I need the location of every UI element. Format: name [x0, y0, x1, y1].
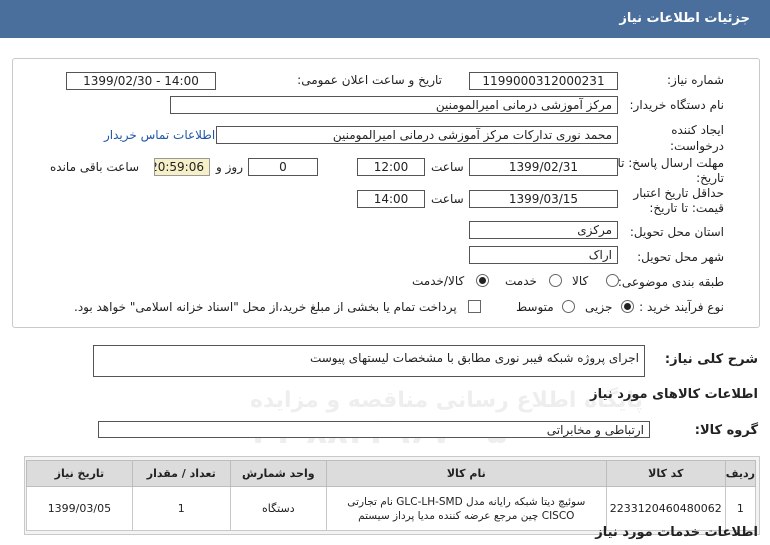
category-option-goods: کالا — [572, 274, 589, 288]
watermark-line1: پایگاه اطلاع رسانی مناقصه و مزایده — [250, 388, 643, 413]
deadline-date-field: 1399/02/31 — [469, 158, 618, 176]
services-section-title: اطلاعات خدمات مورد نیاز — [595, 525, 758, 540]
deadline-time-label: ساعت — [431, 160, 464, 174]
cell-code: 2233120460480062 — [605, 486, 726, 531]
deadline-label: مهلت ارسال پاسخ: تا تاریخ: — [617, 156, 724, 185]
category-radio-goods[interactable] — [606, 274, 619, 287]
treasury-payment-checkbox[interactable] — [468, 300, 481, 313]
table-row: 1 2233120460480062 سوئیچ دیتا شبکه رایان… — [26, 486, 757, 531]
col-date-header: تاریخ نیاز — [26, 460, 133, 487]
validity-label: حداقل تاریخ اعتبار قیمت: تا تاریخ: — [633, 186, 724, 215]
cell-date: 1399/03/05 — [26, 486, 133, 531]
days-field: 0 — [248, 158, 318, 176]
page-header: جزئیات اطلاعات نیاز — [0, 0, 770, 38]
description-field: اجرای پروژه شبکه فیبر نوری مطابق با مشخص… — [93, 345, 645, 377]
group-label: گروه کالا: — [694, 423, 758, 438]
cell-name: سوئیچ دیتا شبکه رایانه مدل GLC-LH-SMD نا… — [325, 486, 607, 531]
creator-label: ایجاد کننده درخواست: — [670, 123, 724, 153]
creator-field: محمد نوری تدارکات مرکز آموزشی درمانی امی… — [216, 126, 618, 144]
city-label: شهر محل تحویل: — [637, 250, 724, 264]
purchase-option-medium: متوسط — [516, 300, 554, 314]
category-radio-service[interactable] — [549, 274, 562, 287]
need-number-field: 1199000312000231 — [469, 72, 618, 90]
description-label: شرح کلی نیاز: — [664, 352, 758, 367]
purchase-radio-minor[interactable] — [621, 300, 634, 313]
goods-table-wrapper: ردیف کد کالا نام کالا واحد شمارش تعداد /… — [24, 456, 760, 535]
col-row-header: ردیف — [724, 460, 757, 487]
days-label: روز و — [216, 160, 243, 174]
treasury-payment-note: پرداخت تمام یا بخشی از مبلغ خرید،از محل … — [74, 300, 457, 314]
need-number-label: شماره نیاز: — [667, 73, 724, 87]
col-unit-header: واحد شمارش — [229, 460, 327, 487]
remaining-label: ساعت باقی مانده — [50, 160, 140, 174]
category-label: طبقه بندی موضوعی: — [617, 275, 724, 289]
group-field: ارتباطی و مخابراتی — [98, 421, 650, 438]
goods-table: ردیف کد کالا نام کالا واحد شمارش تعداد /… — [26, 460, 757, 531]
category-option-goods-service: کالا/خدمت — [412, 274, 465, 288]
validity-time-label: ساعت — [431, 192, 464, 206]
deadline-time-field: 12:00 — [357, 158, 425, 176]
province-label: استان محل تحویل: — [629, 225, 724, 239]
purchase-radio-medium[interactable] — [562, 300, 575, 313]
page-title: جزئیات اطلاعات نیاز — [619, 11, 750, 26]
province-field: مرکزی — [469, 221, 618, 239]
buyer-label: نام دستگاه خریدار: — [629, 98, 725, 112]
validity-time-field: 14:00 — [357, 190, 425, 208]
purchase-label: نوع فرآیند خرید : — [639, 300, 724, 314]
col-code-header: کد کالا — [605, 460, 726, 487]
announce-field: 1399/02/30 - 14:00 — [66, 72, 216, 90]
city-field: اراک — [469, 246, 618, 264]
validity-date-field: 1399/03/15 — [469, 190, 618, 208]
remaining-timer: 20:59:06 — [154, 158, 210, 176]
cell-row: 1 — [724, 486, 757, 531]
goods-section-title: اطلاعات کالاهای مورد نیاز — [590, 387, 758, 402]
buyer-contact-link[interactable]: اطلاعات تماس خریدار — [104, 128, 215, 142]
col-qty-header: تعداد / مقدار — [131, 460, 231, 487]
table-header-row: ردیف کد کالا نام کالا واحد شمارش تعداد /… — [26, 460, 757, 487]
announce-label: تاریخ و ساعت اعلان عمومی: — [297, 73, 442, 87]
cell-qty: 1 — [131, 486, 231, 531]
cell-unit: دستگاه — [229, 486, 327, 531]
category-option-service: خدمت — [505, 274, 537, 288]
col-name-header: نام کالا — [325, 460, 607, 487]
category-radio-goods-service[interactable] — [476, 274, 489, 287]
buyer-field: مرکز آموزشی درمانی امیرالمومنین — [170, 96, 618, 114]
purchase-option-minor: جزیی — [585, 300, 613, 314]
